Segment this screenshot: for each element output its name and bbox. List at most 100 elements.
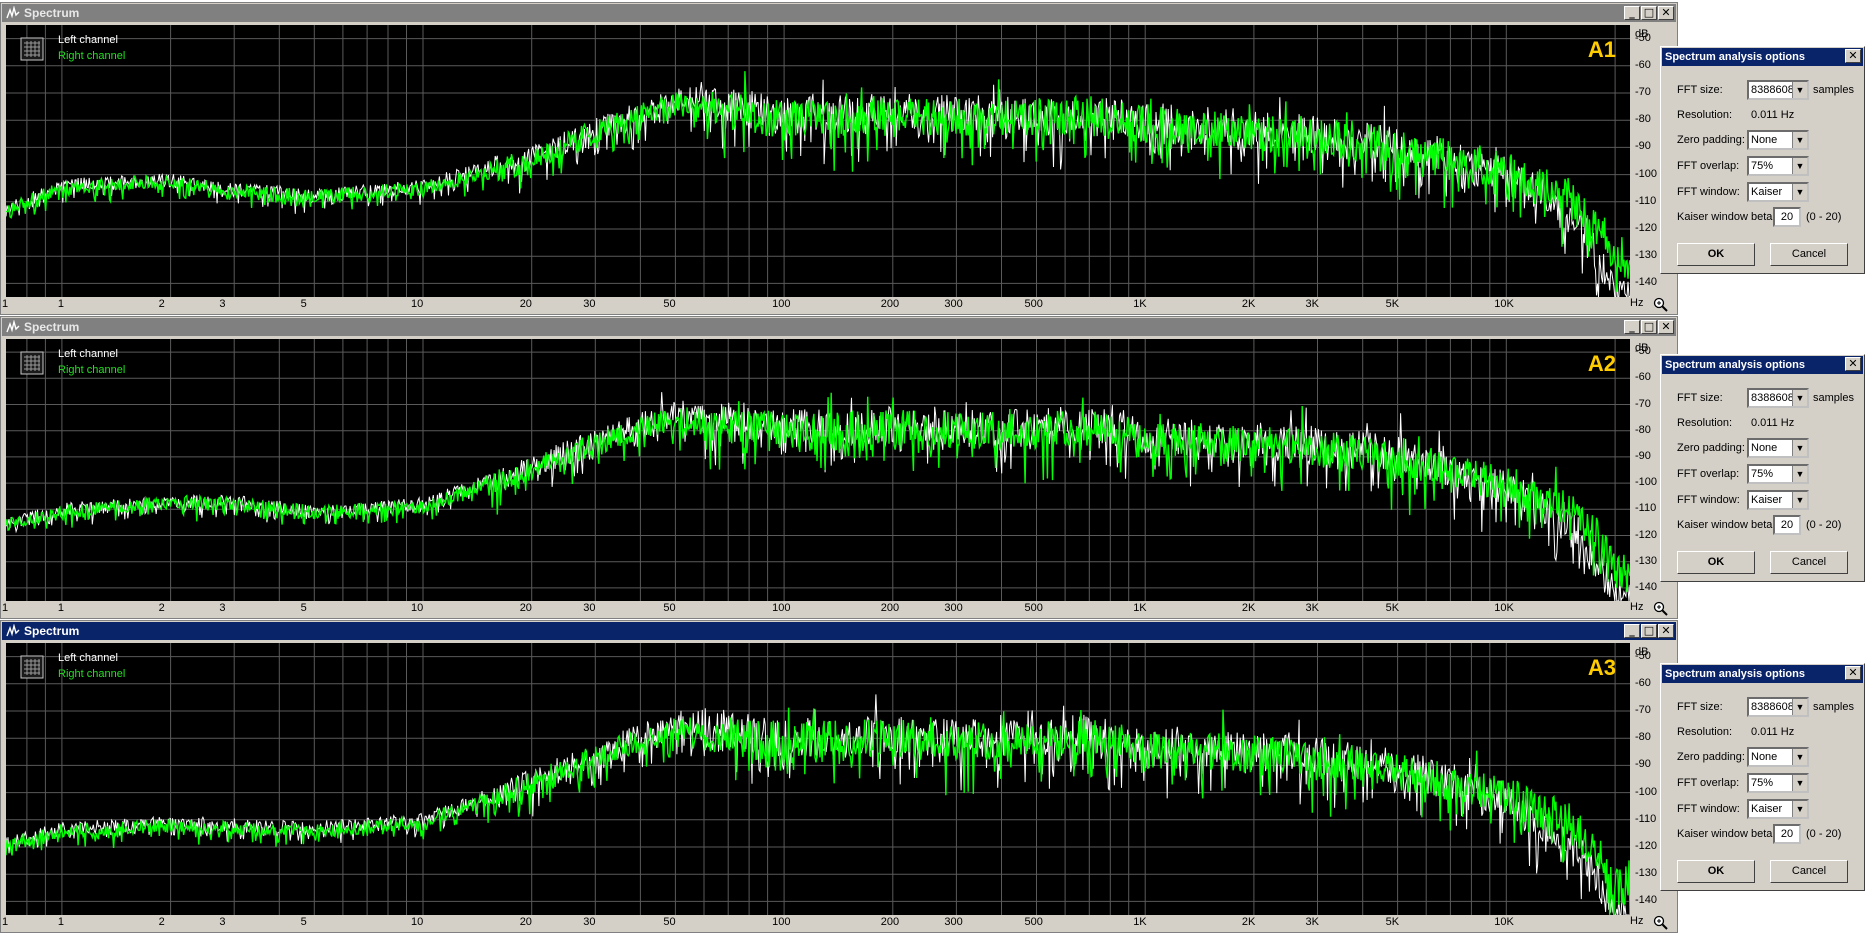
- x-tick-label: 10K: [1494, 298, 1514, 310]
- zoom-icon[interactable]: [1653, 297, 1668, 312]
- fft-overlap-select[interactable]: 75% ▼: [1747, 773, 1809, 793]
- x-axis-unit: Hz: [1630, 297, 1644, 309]
- ok-button[interactable]: OK: [1677, 243, 1755, 266]
- x-tick-label: 100: [772, 298, 791, 310]
- x-tick-label: 3K: [1305, 916, 1319, 928]
- cancel-button[interactable]: Cancel: [1770, 243, 1848, 266]
- close-button[interactable]: ✕: [1658, 6, 1674, 20]
- x-tick-label: 500: [1024, 602, 1043, 614]
- fft-overlap-select[interactable]: 75% ▼: [1747, 464, 1809, 484]
- spectrum-plot[interactable]: Left channel Right channel A3: [6, 643, 1630, 915]
- fft-overlap-select[interactable]: 75% ▼: [1747, 156, 1809, 176]
- cancel-button[interactable]: Cancel: [1770, 551, 1848, 574]
- fft-window-value: Kaiser: [1751, 494, 1783, 506]
- fft-overlap-value: 75%: [1751, 777, 1774, 789]
- resolution-label: Resolution:: [1677, 109, 1733, 121]
- window-titlebar[interactable]: Spectrum _ □ ✕: [2, 622, 1676, 640]
- fft-window-label: FFT window:: [1677, 186, 1740, 198]
- y-tick-label: -140: [1635, 894, 1658, 907]
- legend-right-channel: Right channel: [58, 364, 126, 376]
- fft-size-select[interactable]: 8388608 ▼: [1747, 697, 1809, 717]
- window-title: Spectrum: [24, 6, 80, 20]
- maximize-button[interactable]: □: [1641, 320, 1657, 334]
- y-tick-label: -120: [1635, 840, 1658, 852]
- spectrum-options-dialog-a1: Spectrum analysis options ✕ FFT size: 83…: [1660, 46, 1865, 274]
- zero-padding-select[interactable]: None ▼: [1747, 438, 1809, 458]
- ok-button[interactable]: OK: [1677, 551, 1755, 574]
- fft-size-label: FFT size:: [1677, 701, 1723, 713]
- maximize-button[interactable]: □: [1641, 624, 1657, 638]
- fft-size-select[interactable]: 8388608 ▼: [1747, 80, 1809, 100]
- y-tick-label: -110: [1635, 812, 1657, 825]
- x-tick-label: 2: [158, 602, 165, 614]
- y-tick-label: -130: [1635, 867, 1658, 880]
- x-tick-label: 20: [519, 916, 532, 928]
- series-left-channel: [6, 694, 1630, 915]
- dialog-title[interactable]: Spectrum analysis options: [1662, 48, 1863, 66]
- x-tick-label: 300: [944, 602, 963, 614]
- samples-label: samples: [1813, 392, 1854, 404]
- samples-label: samples: [1813, 701, 1854, 713]
- fft-size-value: 8388608: [1751, 701, 1794, 713]
- chevron-down-icon: ▼: [1792, 82, 1807, 98]
- spectrum-plot[interactable]: Left channel Right channel A1: [6, 25, 1630, 297]
- kaiser-beta-label: Kaiser window beta:: [1677, 519, 1776, 531]
- spectrum-legend-icon[interactable]: [20, 351, 44, 375]
- x-tick-label: 2: [158, 916, 165, 928]
- window-titlebar[interactable]: Spectrum _ □ ✕: [2, 318, 1676, 336]
- fft-size-select[interactable]: 8388608 ▼: [1747, 388, 1809, 408]
- spectrum-legend-icon[interactable]: [20, 37, 44, 61]
- x-tick-label: 5K: [1385, 602, 1400, 614]
- x-tick-label: 200: [880, 916, 900, 928]
- close-button[interactable]: ✕: [1658, 624, 1674, 638]
- x-tick-label: 1K: [1133, 602, 1147, 614]
- zero-padding-value: None: [1751, 442, 1778, 454]
- dialog-title[interactable]: Spectrum analysis options: [1662, 665, 1863, 683]
- minimize-button[interactable]: _: [1624, 6, 1640, 20]
- close-button[interactable]: ✕: [1658, 320, 1674, 334]
- kaiser-beta-input[interactable]: 20: [1773, 515, 1801, 535]
- minimize-button[interactable]: _: [1624, 624, 1640, 638]
- kaiser-range-label: (0 - 20): [1806, 211, 1842, 223]
- x-tick-label: 50: [663, 298, 676, 310]
- dialog-close-button[interactable]: ✕: [1845, 666, 1861, 680]
- y-tick-label: -130: [1635, 249, 1658, 262]
- x-tick-label: 2K: [1241, 602, 1256, 614]
- y-tick-label: -90: [1635, 758, 1651, 771]
- x-tick-label: 3K: [1305, 298, 1319, 310]
- series-right-channel: [6, 707, 1630, 915]
- fft-window-select[interactable]: Kaiser ▼: [1747, 182, 1809, 202]
- y-tick-label: -110: [1635, 194, 1657, 207]
- minimize-button[interactable]: _: [1624, 320, 1640, 334]
- zoom-icon[interactable]: [1653, 601, 1668, 616]
- fft-window-select[interactable]: Kaiser ▼: [1747, 799, 1809, 819]
- x-tick-label: 3: [219, 916, 226, 928]
- x-tick-label: 10K: [1494, 916, 1514, 928]
- x-tick-label: 5: [300, 298, 307, 310]
- zero-padding-select[interactable]: None ▼: [1747, 130, 1809, 150]
- kaiser-beta-input[interactable]: 20: [1773, 824, 1801, 844]
- fft-window-select[interactable]: Kaiser ▼: [1747, 490, 1809, 510]
- zoom-icon[interactable]: [1653, 915, 1668, 930]
- spectrum-legend-icon[interactable]: [20, 655, 44, 679]
- x-tick-label: 1: [57, 298, 65, 310]
- fft-overlap-label: FFT overlap:: [1677, 777, 1740, 789]
- fft-overlap-label: FFT overlap:: [1677, 160, 1740, 172]
- cancel-button[interactable]: Cancel: [1770, 860, 1848, 883]
- window-titlebar[interactable]: Spectrum _ □ ✕: [2, 4, 1676, 22]
- fft-overlap-value: 75%: [1751, 468, 1774, 480]
- dialog-title[interactable]: Spectrum analysis options: [1662, 356, 1863, 374]
- spectrum-plot[interactable]: Left channel Right channel A2: [6, 339, 1630, 601]
- ok-button[interactable]: OK: [1677, 860, 1755, 883]
- dialog-close-button[interactable]: ✕: [1845, 49, 1861, 63]
- zero-padding-value: None: [1751, 751, 1778, 763]
- kaiser-beta-input[interactable]: 20: [1773, 207, 1801, 227]
- maximize-button[interactable]: □: [1641, 6, 1657, 20]
- chevron-down-icon: ▼: [1792, 699, 1807, 715]
- window-title: Spectrum: [24, 320, 80, 334]
- dialog-close-button[interactable]: ✕: [1845, 357, 1861, 371]
- x-tick-label: 30: [583, 602, 596, 614]
- y-tick-label: -80: [1635, 113, 1651, 126]
- zero-padding-select[interactable]: None ▼: [1747, 747, 1809, 767]
- fft-size-value: 8388608: [1751, 392, 1794, 404]
